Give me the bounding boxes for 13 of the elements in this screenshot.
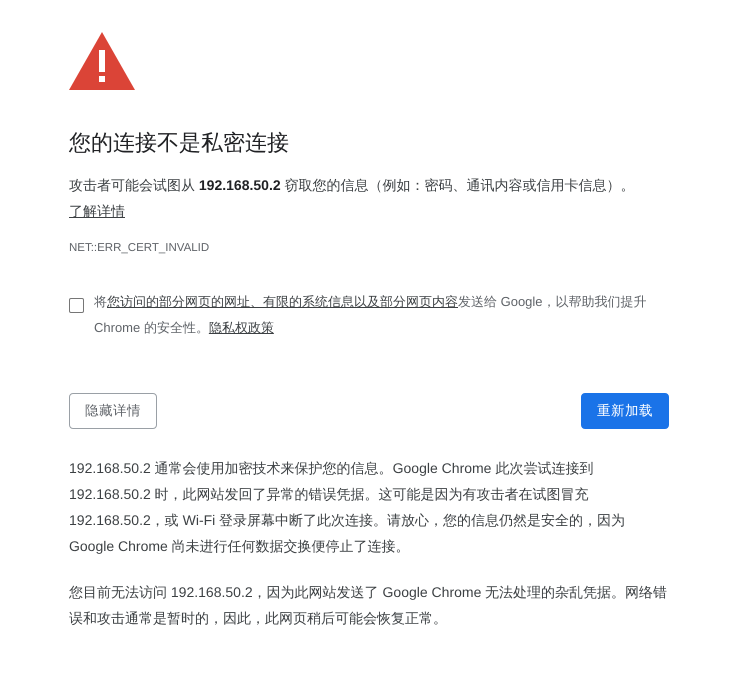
learn-more-link[interactable]: 了解详情 bbox=[69, 203, 125, 219]
details-paragraph: 192.168.50.2 通常会使用加密技术来保护您的信息。Google Chrome 此次尝试连接到 192.168.50.2 时，此网站发回了异常的错误凭据。这可能是因为有攻击者在试图冒充 192.168.50.2，或 Wi-Fi 登录屏幕中断了此次连接。请放心，您的信息仍然是安全的，因为 Google Chrome 尚未进行任何数据交换便停止了连接。 bbox=[69, 459, 626, 556]
details-paragraph: 您目前无法访问 192.168.50.2，因为此网站发送了 Google Chrome 无法处理的杂乱凭据。网络错误和攻击通常是暂时的，因此，此网页稍后可能会恢复正常。 bbox=[69, 583, 668, 628]
reload-button[interactable]: 重新加载 bbox=[581, 393, 669, 429]
report-consent-text: 将您访问的部分网页的网址、有限的系统信息以及部分网页内容发送给 Google，以帮助我们提升 Chrome 的安全性。隐私权政策 bbox=[94, 293, 648, 337]
report-details-link[interactable]: 您访问的部分网页的网址、有限的系统信息以及部分网页内容 bbox=[107, 294, 458, 309]
error-code: NET::ERR_CERT_INVALID bbox=[69, 242, 210, 254]
warning-icon bbox=[69, 32, 135, 90]
warning-message: 攻击者可能会试图从 192.168.50.2 窃取您的信息（例如：密码、通讯内容或信用卡信息）。 了解详情 bbox=[69, 176, 636, 221]
checkbox[interactable] bbox=[69, 298, 84, 313]
hide-details-button[interactable]: 隐藏详情 bbox=[69, 393, 157, 429]
privacy-policy-link[interactable]: 隐私权政策 bbox=[208, 320, 274, 335]
page-heading: 您的连接不是私密连接 bbox=[69, 129, 290, 157]
